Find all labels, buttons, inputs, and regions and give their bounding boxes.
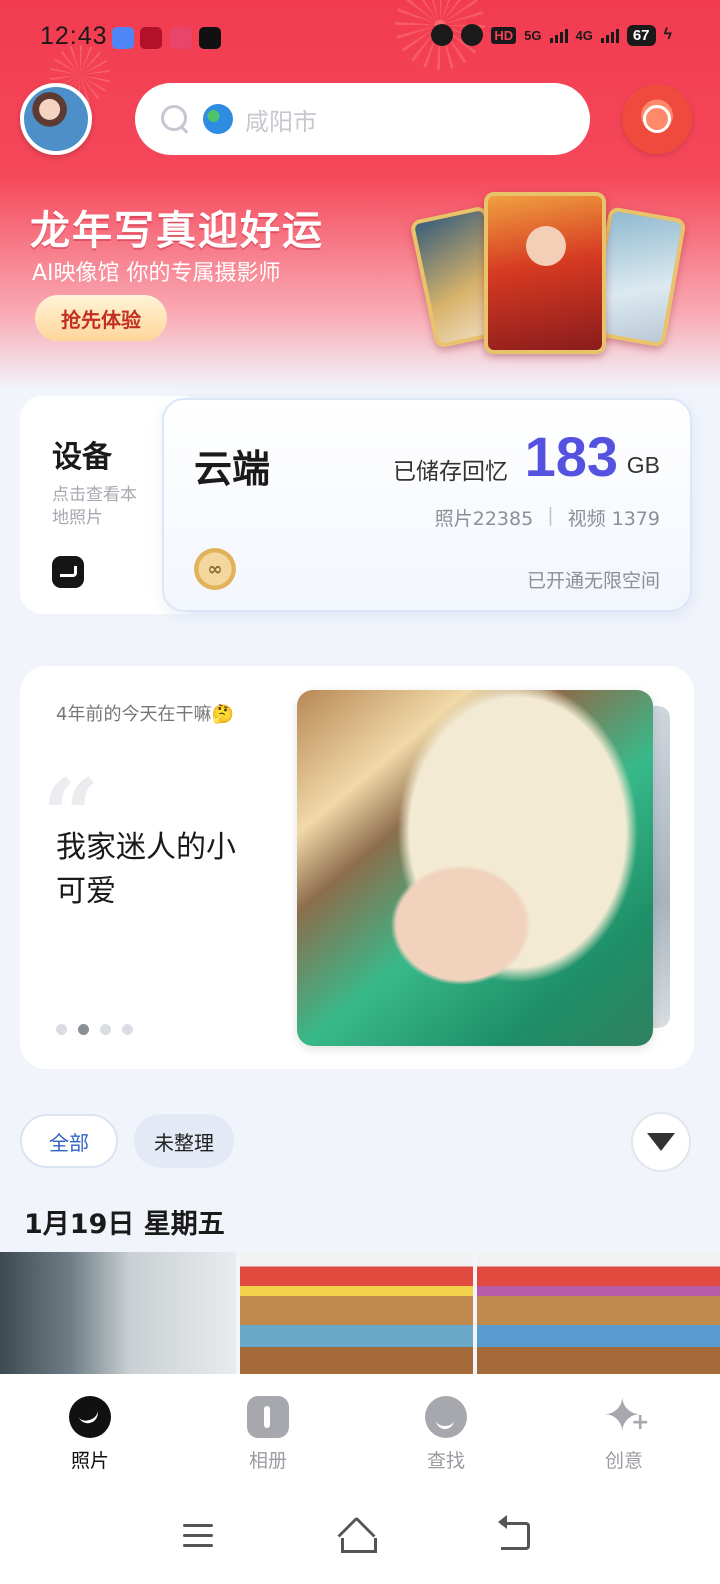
device-arrow-icon [52, 556, 84, 588]
signal-icon [600, 27, 619, 43]
cloud-card[interactable]: 云端 已储存回忆 183 GB 照片22385 | 视频 1379 ∞ 已开通无… [162, 398, 692, 612]
try-now-button[interactable]: 抢先体验 [35, 295, 167, 341]
status-time: 12:43 [40, 22, 108, 50]
find-icon [425, 1396, 467, 1438]
storage-panel: 设备 点击查看本地照片 云端 已储存回忆 183 GB 照片22385 | 视频… [20, 396, 692, 614]
filter-icon[interactable] [631, 1112, 691, 1172]
albums-icon [247, 1396, 289, 1438]
net-label-5g: 5G [524, 27, 542, 43]
stored-unit: GB [626, 452, 660, 478]
charging-icon: ϟ [663, 26, 672, 43]
net-label-4g: 4G [575, 27, 593, 43]
red-envelope-gift-icon[interactable] [622, 84, 692, 154]
count-separator: | [547, 504, 554, 526]
filter-chip-all[interactable]: 全部 [20, 1114, 118, 1168]
menu-icon[interactable] [168, 1510, 228, 1560]
search-bar[interactable]: 咸阳市 [135, 83, 590, 155]
tab-label: 创意 [604, 1450, 643, 1472]
search-icon [159, 103, 191, 135]
portrait-cards-illustration[interactable] [409, 190, 687, 365]
photo-thumbnail[interactable] [477, 1252, 720, 1374]
hd-badge: HD [491, 26, 517, 44]
tab-label: 照片 [70, 1450, 109, 1472]
carousel-dot [122, 1024, 133, 1035]
banner-title: 龙年写真迎好运 [30, 208, 324, 254]
photo-thumbnail[interactable] [0, 1252, 236, 1374]
mute-icon [461, 24, 484, 46]
signal-icon [549, 27, 568, 43]
cloud-title: 云端 [194, 447, 271, 491]
tab-albums[interactable]: 相册 [178, 1374, 358, 1492]
filter-chip-unsorted[interactable]: 未整理 [134, 1114, 234, 1168]
tab-label: 查找 [426, 1450, 465, 1472]
photo-thumbnail[interactable] [240, 1252, 473, 1374]
carousel-dot [78, 1024, 89, 1035]
create-sparkle-icon [603, 1388, 649, 1442]
tab-label: 相册 [248, 1450, 287, 1472]
status-bar: 12:43 HD 5G 4G 67 ϟ [0, 0, 720, 76]
alarm-icon [431, 24, 454, 46]
hero-banner: 12:43 HD 5G 4G 67 ϟ 咸阳市 龙年写真迎好运 AI映像馆 你的… [0, 0, 720, 390]
pink-app-icon [170, 27, 192, 49]
unlimited-space-text: 已开通无限空间 [526, 570, 660, 592]
portrait-card [484, 192, 606, 354]
tab-create[interactable]: 创意 [534, 1374, 714, 1492]
avatar[interactable] [20, 83, 92, 155]
tab-find[interactable]: 查找 [356, 1374, 536, 1492]
photo-grid [0, 1252, 720, 1374]
memory-title: 我家迷人的小可爱 [56, 830, 236, 909]
globe-icon [203, 104, 233, 134]
banner-subtitle: AI映像馆 你的专属摄影师 [32, 261, 281, 286]
carousel-dot [56, 1024, 67, 1035]
bottom-tab-bar: 照片 相册 查找 创意 [0, 1374, 720, 1492]
memory-date-text: 4年前的今天在干嘛🤔 [56, 704, 234, 725]
video-count: 视频 1379 [567, 508, 660, 530]
red-app-icon [140, 27, 162, 49]
home-icon[interactable] [327, 1510, 387, 1560]
memory-photo[interactable] [297, 690, 653, 1046]
medal-symbol: ∞ [207, 558, 223, 580]
date-heading: 1月19日 星期五 [24, 1209, 225, 1240]
system-navigation-bar [0, 1492, 720, 1584]
photos-icon [69, 1396, 111, 1438]
tiktok-icon [199, 27, 221, 49]
cloud-app-icon [112, 27, 134, 49]
back-icon[interactable] [486, 1510, 546, 1560]
battery-level: 67 [626, 24, 656, 46]
device-title: 设备 [52, 440, 112, 475]
photo-count: 照片22385 [434, 508, 534, 530]
search-placeholder: 咸阳市 [245, 107, 317, 136]
carousel-dot [100, 1024, 111, 1035]
infinity-medal-icon: ∞ [194, 548, 236, 590]
memory-card[interactable]: 4年前的今天在干嘛🤔 “ 我家迷人的小可爱 [20, 666, 694, 1069]
stored-value: 183 [524, 425, 618, 488]
carousel-dots [56, 1024, 133, 1035]
media-counts: 照片22385 | 视频 1379 [435, 504, 660, 531]
device-description: 点击查看本地照片 [52, 485, 137, 528]
tab-photos[interactable]: 照片 [0, 1374, 180, 1492]
stored-label: 已储存回忆 [393, 459, 508, 485]
